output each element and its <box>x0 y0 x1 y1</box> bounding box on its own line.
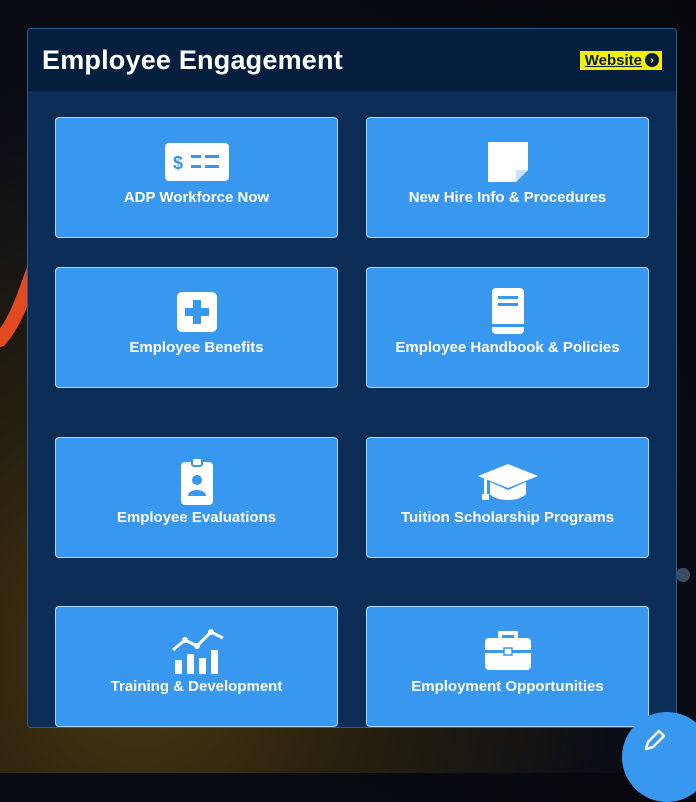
id-badge-icon <box>180 458 214 505</box>
pay-card-icon: $ <box>164 140 229 184</box>
tile-label: Training & Development <box>110 678 283 695</box>
tile-label: Employment Opportunities <box>411 678 604 695</box>
medical-plus-icon <box>175 290 219 334</box>
panel-title: Employee Engagement <box>42 44 343 75</box>
website-link-label: Website <box>584 51 642 69</box>
tile-training-development[interactable]: Training & Development <box>55 606 338 727</box>
graduation-cap-icon <box>476 460 540 504</box>
tile-new-hire-info[interactable]: New Hire Info & Procedures <box>366 117 649 238</box>
tile-employee-handbook[interactable]: Employee Handbook & Policies <box>366 267 649 388</box>
tile-label: New Hire Info & Procedures <box>408 189 607 206</box>
panel-header: Employee Engagement Website › <box>28 29 676 91</box>
tile-adp-workforce-now[interactable]: $ ADP Workforce Now <box>55 117 338 238</box>
pencil-icon <box>644 729 666 751</box>
website-link[interactable]: Website › <box>579 50 662 70</box>
tile-employee-benefits[interactable]: Employee Benefits <box>55 267 338 388</box>
employee-engagement-panel: Employee Engagement Website › $ ADP Work… <box>27 28 677 728</box>
briefcase-icon <box>483 629 533 673</box>
tile-employment-opportunities[interactable]: Employment Opportunities <box>366 606 649 727</box>
note-icon <box>486 140 530 184</box>
background-sparkle <box>676 568 690 582</box>
tile-label: Employee Evaluations <box>116 509 277 526</box>
growth-chart-icon <box>169 629 225 674</box>
chevron-right-icon: › <box>645 53 659 67</box>
tile-tuition-scholarship[interactable]: Tuition Scholarship Programs <box>366 437 649 558</box>
svg-text:$: $ <box>173 153 183 173</box>
tile-label: Employee Handbook & Policies <box>395 339 620 356</box>
book-icon <box>490 288 526 334</box>
tile-label: Tuition Scholarship Programs <box>400 509 615 526</box>
tile-label: Employee Benefits <box>129 339 264 356</box>
tile-label: ADP Workforce Now <box>123 189 270 206</box>
tile-employee-evaluations[interactable]: Employee Evaluations <box>55 437 338 558</box>
edit-button[interactable] <box>622 712 696 802</box>
